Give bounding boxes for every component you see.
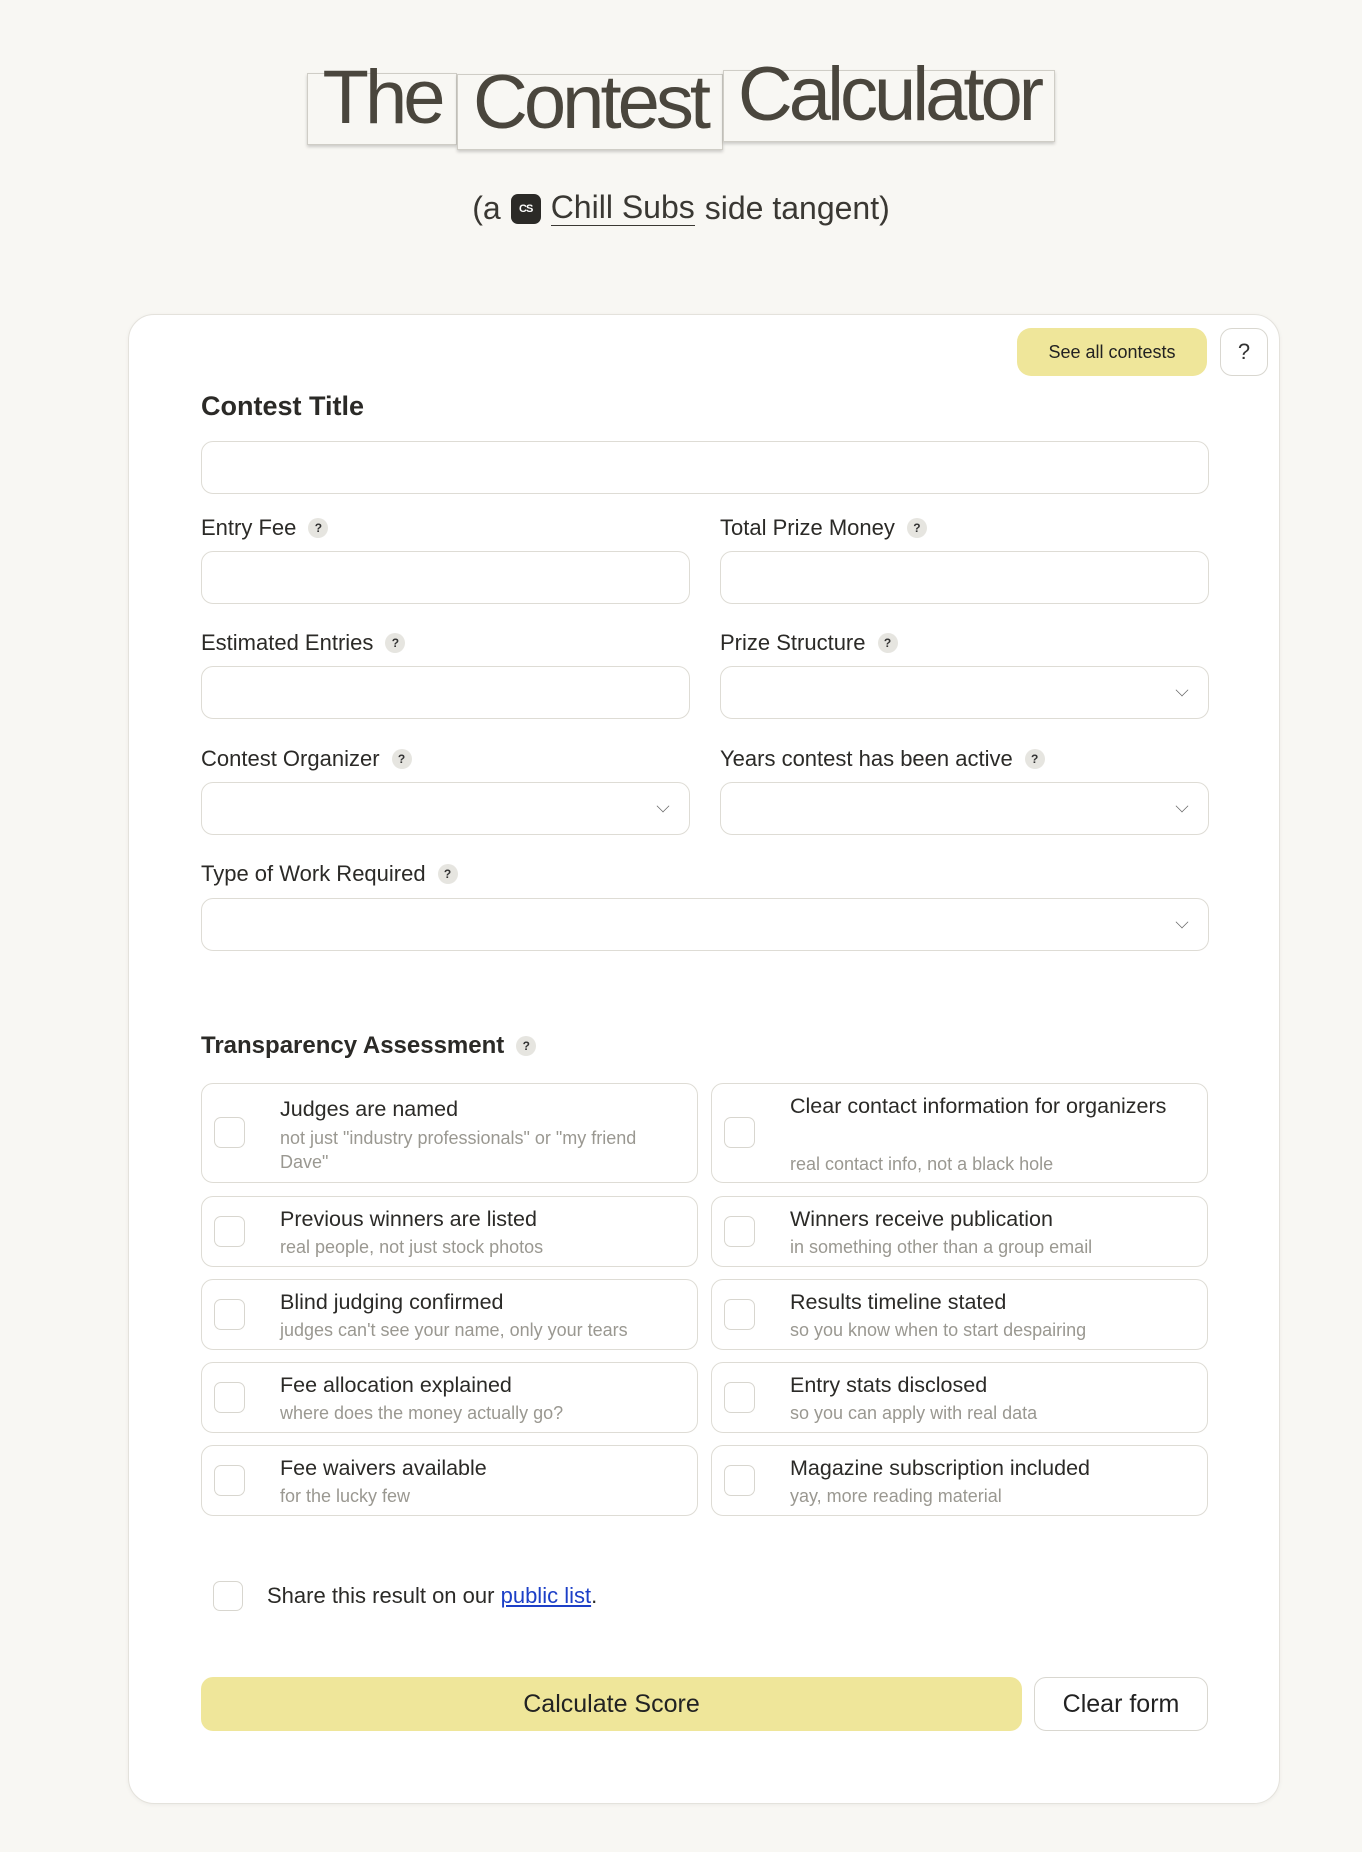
transparency-item-contact-info[interactable]: Clear contact information for organizers… [711, 1083, 1208, 1183]
item-hint: for the lucky few [280, 1486, 411, 1506]
organizer-label: Contest Organizer ? [201, 746, 412, 772]
total-prize-label: Total Prize Money ? [720, 515, 927, 541]
work-type-label-text: Type of Work Required [201, 861, 426, 886]
entry-fee-label-text: Entry Fee [201, 515, 297, 540]
item-hint: where does the money actually go? [280, 1403, 564, 1423]
checkbox[interactable] [214, 1215, 245, 1247]
item-hint: in something other than a group email [790, 1237, 1093, 1257]
item-hint: not just "industry professionals" or "my… [280, 1128, 637, 1172]
public-list-link[interactable]: public list [501, 1583, 591, 1609]
checkbox[interactable] [214, 1298, 245, 1330]
organizer-help-icon[interactable]: ? [391, 749, 412, 769]
chill-subs-link[interactable]: Chill Subs [550, 191, 695, 226]
total-prize-input[interactable] [720, 551, 1209, 604]
work-type-label: Type of Work Required ? [201, 861, 458, 887]
total-prize-label-text: Total Prize Money [720, 515, 895, 540]
item-label: Winners receive publication [790, 1207, 1053, 1231]
transparency-item-blind-judging[interactable]: Blind judging confirmed judges can't see… [201, 1279, 698, 1350]
contest-title-label: Contest Title [201, 391, 365, 421]
see-all-contests-button[interactable]: See all contests [1017, 328, 1207, 376]
estimated-entries-input[interactable] [201, 666, 690, 719]
share-option: Share this result on our public list. [213, 1581, 597, 1611]
chevron-down-icon [1175, 683, 1189, 697]
page-title: The Contest Calculator [0, 57, 1362, 150]
checkbox[interactable] [724, 1298, 755, 1330]
prize-structure-help-icon[interactable]: ? [877, 633, 898, 653]
entry-fee-input[interactable] [201, 551, 690, 604]
organizer-label-text: Contest Organizer [201, 746, 380, 771]
item-hint: so you know when to start despairing [790, 1320, 1087, 1340]
title-word-contest: Contest [457, 65, 723, 150]
years-active-label-text: Years contest has been active [720, 746, 1013, 771]
item-label: Previous winners are listed [280, 1207, 537, 1231]
transparency-item-fee-waivers[interactable]: Fee waivers available for the lucky few [201, 1445, 698, 1516]
transparency-item-previous-winners[interactable]: Previous winners are listed real people,… [201, 1196, 698, 1267]
checkbox[interactable] [724, 1117, 755, 1148]
subtitle-suffix: side tangent) [704, 190, 890, 226]
share-checkbox[interactable] [213, 1581, 243, 1611]
estimated-entries-label-text: Estimated Entries [201, 630, 374, 655]
item-hint: yay, more reading material [790, 1486, 1002, 1506]
subtitle: (a CS Chill Subs side tangent) [0, 190, 1362, 227]
checkbox[interactable] [724, 1381, 755, 1413]
title-word-the: The [307, 60, 457, 145]
item-label: Clear contact information for organizers [790, 1094, 1167, 1118]
item-hint: real contact info, not a black hole [790, 1154, 1054, 1174]
transparency-item-magazine-subscription[interactable]: Magazine subscription included yay, more… [711, 1445, 1208, 1516]
item-label: Results timeline stated [790, 1290, 1007, 1314]
prize-structure-label-text: Prize Structure [720, 630, 866, 655]
calculate-score-button[interactable]: Calculate Score [201, 1677, 1022, 1731]
transparency-heading: Transparency Assessment ? [201, 1032, 537, 1060]
item-label: Judges are named [280, 1097, 459, 1121]
checkbox[interactable] [724, 1464, 755, 1496]
help-button[interactable]: ? [1220, 328, 1268, 376]
item-label: Fee waivers available [280, 1456, 487, 1480]
share-text: Share this result on our [267, 1583, 495, 1608]
entry-fee-help-icon[interactable]: ? [308, 518, 329, 538]
transparency-item-winners-publication[interactable]: Winners receive publication in something… [711, 1196, 1208, 1267]
transparency-item-entry-stats[interactable]: Entry stats disclosed so you can apply w… [711, 1362, 1208, 1433]
share-suffix: . [591, 1583, 598, 1608]
transparency-item-results-timeline[interactable]: Results timeline stated so you know when… [711, 1279, 1208, 1350]
organizer-select[interactable] [201, 782, 690, 835]
checkbox[interactable] [724, 1215, 755, 1247]
years-active-select[interactable] [720, 782, 1209, 835]
item-hint: so you can apply with real data [790, 1403, 1038, 1423]
chevron-down-icon [1175, 799, 1189, 813]
entry-fee-label: Entry Fee ? [201, 515, 329, 541]
item-hint: real people, not just stock photos [280, 1237, 544, 1257]
transparency-item-judges-named[interactable]: Judges are named not just "industry prof… [201, 1083, 698, 1183]
transparency-item-fee-allocation[interactable]: Fee allocation explained where does the … [201, 1362, 698, 1433]
estimated-entries-help-icon[interactable]: ? [385, 633, 406, 653]
chevron-down-icon [1175, 915, 1189, 929]
checkbox[interactable] [214, 1464, 245, 1496]
item-label: Entry stats disclosed [790, 1373, 988, 1397]
chill-subs-logo-icon: CS [510, 193, 541, 224]
transparency-heading-text: Transparency Assessment [201, 1032, 505, 1059]
total-prize-help-icon[interactable]: ? [906, 518, 927, 538]
prize-structure-label: Prize Structure ? [720, 630, 898, 656]
work-type-select[interactable] [201, 898, 1209, 951]
contest-title-input[interactable] [201, 441, 1209, 494]
estimated-entries-label: Estimated Entries ? [201, 630, 406, 656]
calculator-card: See all contests ? Contest Title Entry F… [128, 314, 1280, 1804]
years-active-label: Years contest has been active ? [720, 746, 1045, 772]
checkbox[interactable] [214, 1381, 245, 1413]
item-hint: judges can't see your name, only your te… [280, 1320, 628, 1340]
item-label: Magazine subscription included [790, 1456, 1090, 1480]
item-label: Fee allocation explained [280, 1373, 512, 1397]
clear-form-button[interactable]: Clear form [1034, 1677, 1208, 1731]
work-type-help-icon[interactable]: ? [437, 864, 458, 884]
checkbox[interactable] [214, 1117, 245, 1148]
item-label: Blind judging confirmed [280, 1290, 504, 1314]
years-active-help-icon[interactable]: ? [1024, 749, 1045, 769]
title-word-calculator: Calculator [723, 57, 1055, 142]
subtitle-prefix: (a [472, 190, 501, 226]
chevron-down-icon [656, 799, 670, 813]
transparency-help-icon[interactable]: ? [516, 1036, 537, 1056]
prize-structure-select[interactable] [720, 666, 1209, 719]
